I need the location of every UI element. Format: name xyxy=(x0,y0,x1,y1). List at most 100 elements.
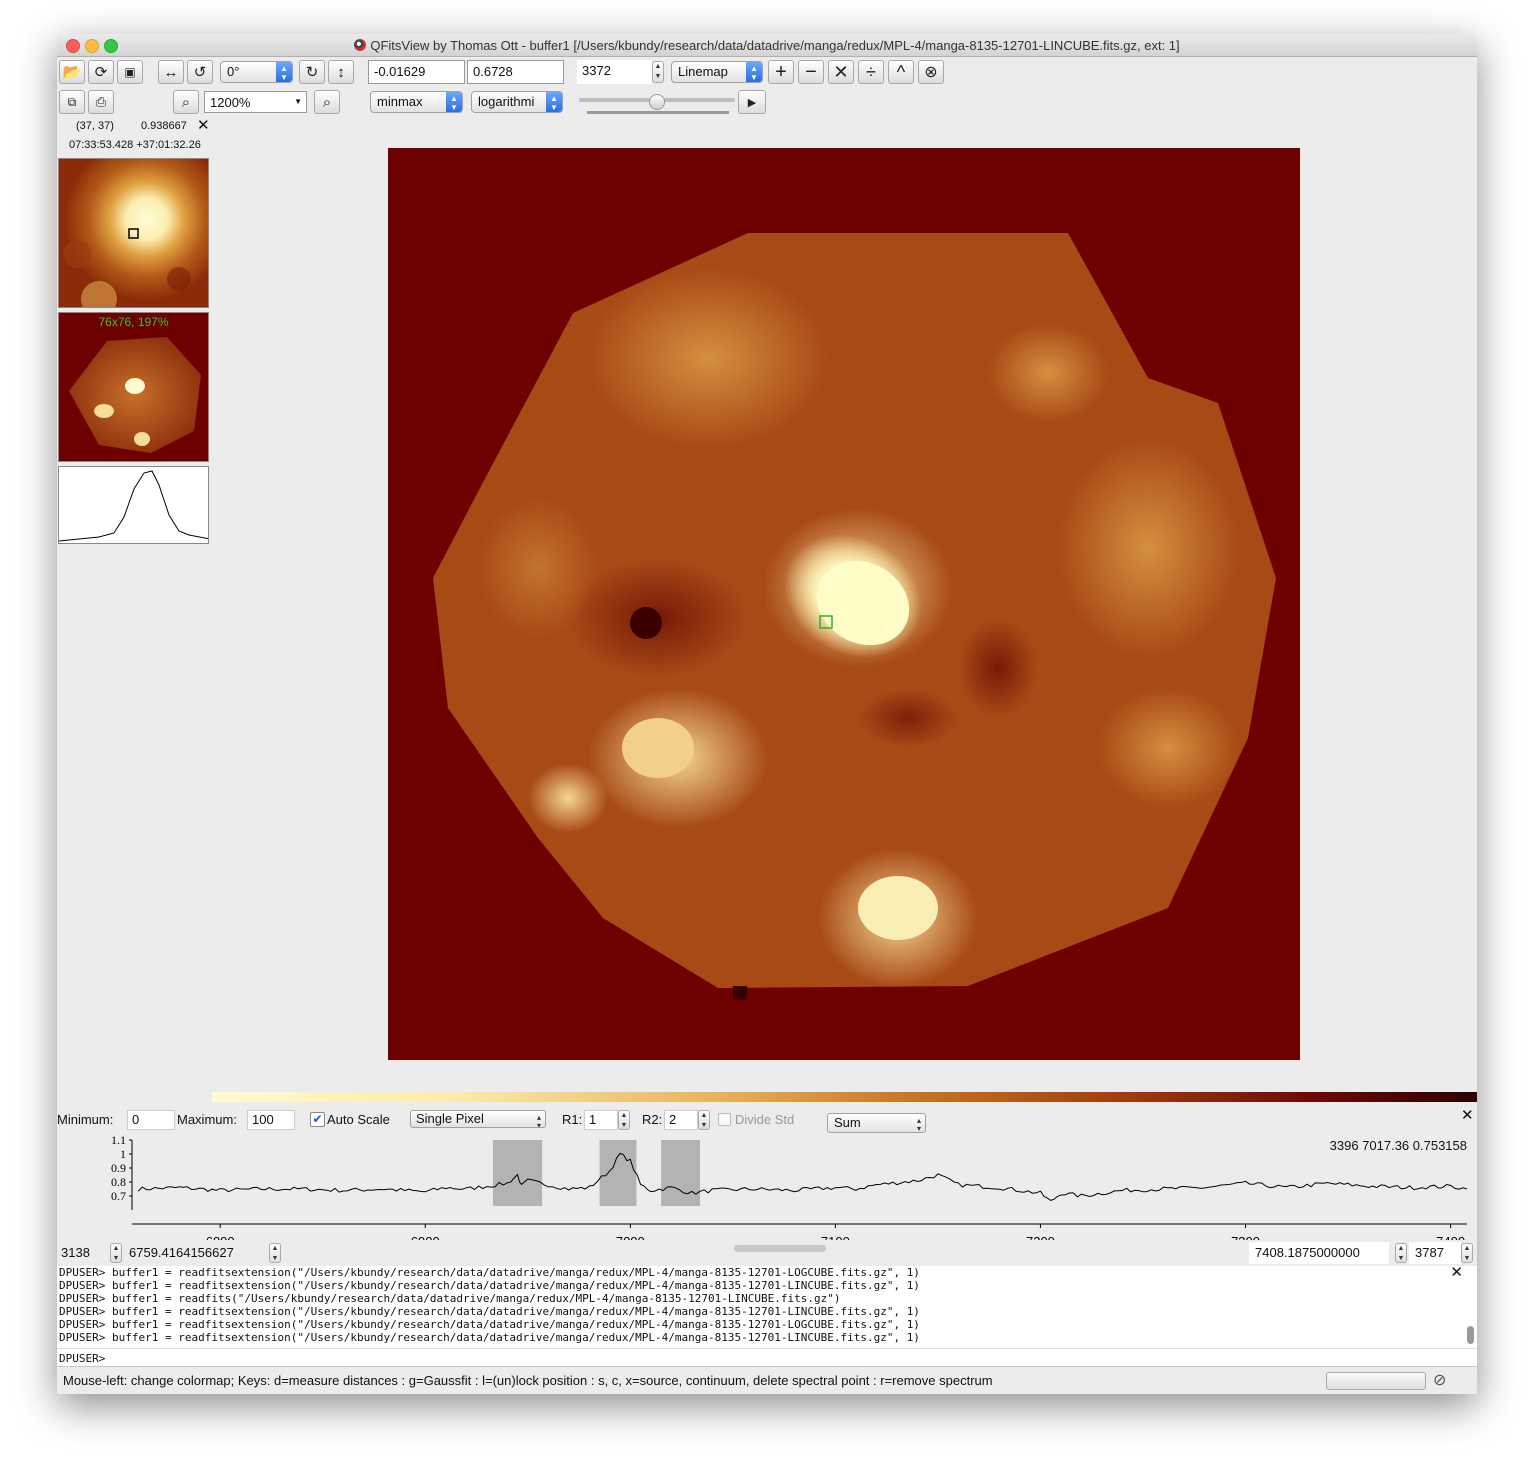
map-mode-value: Linemap xyxy=(678,64,728,79)
minimum-field[interactable]: 0 xyxy=(127,1110,175,1130)
spectral-band[interactable] xyxy=(661,1140,701,1206)
extraction-mode-value: Single Pixel xyxy=(416,1111,484,1126)
extraction-mode-select[interactable]: Single Pixel ▴ ▾ xyxy=(410,1110,546,1128)
flip-vertical-button[interactable]: ↕ xyxy=(328,60,354,84)
console-line: DPUSER> buffer1 = readfits("/Users/kbund… xyxy=(59,1292,841,1305)
resize-grip-icon[interactable]: ⊘ xyxy=(1433,1370,1446,1390)
r2-label: R2: xyxy=(642,1112,663,1127)
spectral-band[interactable] xyxy=(599,1140,637,1206)
copy-icon: ⧉ xyxy=(67,94,77,109)
title-bar: QFitsView by Thomas Ott - buffer1 [/User… xyxy=(57,34,1477,57)
channel-field[interactable]: 3372 xyxy=(577,60,652,84)
print-button[interactable]: ⎙ xyxy=(88,90,114,114)
divide-button[interactable]: ÷ xyxy=(858,60,884,84)
r1-field[interactable]: 1 xyxy=(584,1110,618,1130)
profile-view xyxy=(58,466,209,544)
start-channel-spinner[interactable]: ▲ ▼ xyxy=(110,1243,122,1263)
start-wavelength-field[interactable]: 6759.4164156627 xyxy=(125,1242,265,1264)
play-button[interactable]: ▶ xyxy=(738,90,766,114)
console-line: DPUSER> buffer1 = readfitsextension("/Us… xyxy=(59,1305,920,1318)
end-channel-field[interactable]: 3787 xyxy=(1409,1242,1461,1264)
zoom-out-button[interactable]: ⌕ xyxy=(173,90,199,114)
x-tick-label: 7200 xyxy=(1026,1234,1055,1240)
status-text: Mouse-left: change colormap; Keys: d=mea… xyxy=(63,1373,993,1388)
reload-button[interactable]: ⟳ xyxy=(88,60,114,84)
close-info-icon[interactable]: ✕ xyxy=(197,116,210,134)
zoom-in-button[interactable]: ⌕ xyxy=(314,90,340,114)
end-channel-spinner[interactable]: ▲ ▼ xyxy=(1461,1243,1473,1263)
maximum-field[interactable]: 100 xyxy=(247,1110,295,1130)
brightness-slider-handle[interactable] xyxy=(649,94,665,110)
rotate-right-icon: ↻ xyxy=(305,64,319,81)
rotation-value: 0° xyxy=(227,64,240,79)
start-wavelength-spinner[interactable]: ▲ ▼ xyxy=(269,1243,281,1263)
overview-view[interactable]: 76x76, 197% xyxy=(58,312,209,462)
add-button[interactable]: + xyxy=(768,60,794,84)
dpuser-console[interactable]: DPUSER> buffer1 = readfitsextension("/Us… xyxy=(57,1265,1477,1366)
save-icon: ▣ xyxy=(124,65,136,79)
chevron-updown-icon: ▴ ▾ xyxy=(536,1113,541,1128)
divide-std-label: Divide Std xyxy=(735,1112,795,1127)
x-tick-label: 7400 xyxy=(1436,1234,1465,1240)
y-tick-label: 1 xyxy=(120,1147,126,1161)
colorbar[interactable] xyxy=(212,1092,1477,1102)
spectrum-svg: 1.110.90.80.7 6800 6900 7000 7100 7200 7300 74… xyxy=(111,1133,1468,1240)
rotate-left-button[interactable]: ↺ xyxy=(187,60,213,84)
spectrum-readout: 3396 7017.36 0.753158 xyxy=(1329,1138,1467,1153)
scale-type-value: logarithmi xyxy=(478,94,535,109)
image-display[interactable] xyxy=(388,148,1300,1060)
open-file-button[interactable]: 📂 xyxy=(59,60,85,84)
app-icon xyxy=(354,39,367,51)
folder-icon: 📂 xyxy=(62,64,82,81)
flip-horizontal-icon: ↔ xyxy=(163,63,179,81)
caret-up-icon: ^ xyxy=(896,61,906,82)
scale-mode-select[interactable]: minmax ▲ ▼ xyxy=(370,91,463,113)
power-button[interactable]: ^ xyxy=(888,60,914,84)
r1-spinner[interactable]: ▲ ▼ xyxy=(618,1110,630,1130)
chevron-down-icon: ▼ xyxy=(294,97,302,106)
x-tick-label: 7100 xyxy=(821,1234,850,1240)
max-value-field[interactable]: 0.6728 xyxy=(467,60,564,84)
magnifier-image xyxy=(59,159,208,307)
flip-horizontal-button[interactable]: ↔ xyxy=(158,60,184,84)
end-wavelength-spinner[interactable]: ▲ ▼ xyxy=(1395,1243,1407,1263)
contrast-slider[interactable] xyxy=(587,111,729,114)
maximum-label: Maximum: xyxy=(177,1112,237,1127)
scale-type-select[interactable]: logarithmi ▲ ▼ xyxy=(471,91,563,113)
clear-operation-button[interactable]: ⊗ xyxy=(918,60,944,84)
channel-spinner[interactable]: ▲ ▼ xyxy=(652,61,664,83)
subtract-button[interactable]: − xyxy=(798,60,824,84)
combine-select[interactable]: Sum ▴ ▾ xyxy=(827,1113,926,1133)
multiply-button[interactable]: ✕ xyxy=(828,60,854,84)
spectrum-plot[interactable]: 1.110.90.80.7 6800 6900 7000 7100 7200 7300 74… xyxy=(57,1132,1477,1240)
cube-image xyxy=(433,233,1276,1000)
save-button[interactable]: ▣ xyxy=(117,60,143,84)
close-console-icon[interactable]: ✕ xyxy=(1450,1265,1463,1280)
rotate-right-button[interactable]: ↻ xyxy=(299,60,325,84)
map-mode-select[interactable]: Linemap ▲ ▼ xyxy=(671,61,763,83)
r2-field[interactable]: 2 xyxy=(664,1110,698,1130)
min-value-field[interactable]: -0.01629 xyxy=(368,60,465,84)
autoscale-checkbox[interactable]: ✔ xyxy=(310,1112,325,1127)
end-wavelength-field[interactable]: 7408.1875000000 xyxy=(1249,1242,1389,1264)
combine-value: Sum xyxy=(834,1115,861,1130)
spectrum-scrollbar[interactable] xyxy=(734,1245,826,1252)
chevron-updown-icon: ▴ ▾ xyxy=(916,1116,921,1133)
r2-spinner[interactable]: ▲ ▼ xyxy=(698,1110,710,1130)
console-prompt[interactable]: DPUSER> xyxy=(59,1352,105,1365)
scale-mode-value: minmax xyxy=(377,94,423,109)
copy-button[interactable]: ⧉ xyxy=(59,90,85,114)
status-bar: Mouse-left: change colormap; Keys: d=mea… xyxy=(57,1366,1477,1394)
spectral-band[interactable] xyxy=(492,1140,543,1206)
console-scrollbar[interactable] xyxy=(1467,1326,1474,1344)
start-channel-field[interactable]: 3138 xyxy=(57,1242,110,1264)
window-title: QFitsView by Thomas Ott - buffer1 [/User… xyxy=(370,38,1180,53)
close-spectrum-icon[interactable]: ✕ xyxy=(1461,1106,1474,1124)
pixel-value: 0.938667 xyxy=(141,120,187,132)
zoom-select[interactable]: 1200% ▼ xyxy=(204,91,307,113)
divide-std-checkbox[interactable] xyxy=(718,1113,731,1126)
x-tick-label: 6800 xyxy=(206,1234,235,1240)
overview-label: 76x76, 197% xyxy=(98,315,169,329)
rotation-select[interactable]: 0° ▲ ▼ xyxy=(220,61,293,83)
chevron-updown-icon: ▲ ▼ xyxy=(546,92,562,112)
